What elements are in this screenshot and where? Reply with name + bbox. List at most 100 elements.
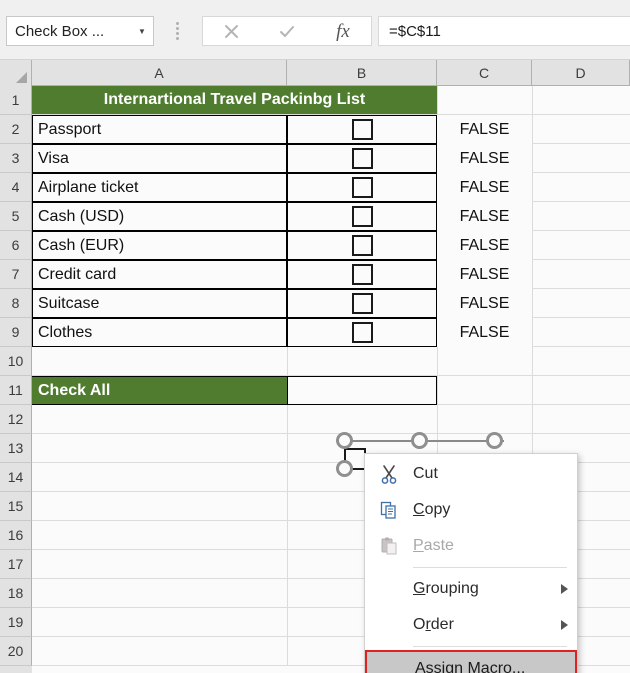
menu-separator-2 [413,646,567,647]
column-header-c[interactable]: C [437,60,532,86]
column-header-b[interactable]: B [287,60,437,86]
menu-item-copy[interactable]: Copy [365,492,577,528]
row-header-10[interactable]: 10 [0,347,32,376]
cell-c5[interactable]: FALSE [437,202,532,231]
submenu-arrow-icon [551,620,577,630]
column-header-a[interactable]: A [32,60,287,86]
confirm-formula-icon[interactable] [259,17,315,45]
column-headers: ABCD [0,60,630,86]
cell-a3[interactable]: Visa [32,144,287,173]
row-header-14[interactable]: 14 [0,463,32,492]
cell-title-a1[interactable]: Internartional Travel Packinbg List [32,86,437,114]
menu-item-label: Order [413,616,454,633]
cell-c8[interactable]: FALSE [437,289,532,318]
menu-item-grouping[interactable]: Grouping [365,571,577,607]
menu-item-label: Assign Macro... [415,660,526,673]
menu-item-order[interactable]: Order [365,607,577,643]
cell-a7[interactable]: Credit card [32,260,287,289]
cell-c9[interactable]: FALSE [437,318,532,347]
copy-icon [365,492,413,528]
cell-b4[interactable] [287,173,437,202]
row-header-5[interactable]: 5 [0,202,32,231]
column-header-d[interactable]: D [532,60,630,86]
row-header-17[interactable]: 17 [0,550,32,579]
select-all-corner[interactable] [0,60,32,86]
cancel-formula-icon[interactable] [203,17,259,45]
row-header-1[interactable]: 1 [0,86,32,115]
no-icon [367,651,415,673]
menu-item-assign-macro[interactable]: Assign Macro... [365,650,577,673]
cell-b9[interactable] [287,318,437,347]
no-icon [365,571,413,607]
formula-action-group: fx [202,16,372,46]
name-box-value: Check Box ... [15,22,105,40]
checkbox-control-cash-usd[interactable] [351,206,373,227]
spreadsheet-grid: ABCD 1 2 3 4 5 6 7 8 9 10 11 12 13 14 15 16 17 18 19 20 Int… [0,60,630,673]
menu-item-label: Paste [413,537,454,554]
row-header-8[interactable]: 8 [0,289,32,318]
menu-item-cut[interactable]: Cut [365,456,577,492]
checkbox-control-passport[interactable] [351,119,373,140]
cell-a8[interactable]: Suitcase [32,289,287,318]
name-box[interactable]: Check Box ... ▼ [6,16,154,46]
cell-a5[interactable]: Cash (USD) [32,202,287,231]
row-header-12[interactable]: 12 [0,405,32,434]
cell-a2[interactable]: Passport [32,115,287,144]
cell-b2[interactable] [287,115,437,144]
cell-a11-check-all[interactable]: Check All [32,376,287,405]
formula-bar-grip [176,22,180,40]
menu-item-label: Grouping [413,580,479,597]
cell-b7[interactable] [287,260,437,289]
formula-input[interactable]: =$C$11 [378,16,630,46]
cell-a9[interactable]: Clothes [32,318,287,347]
checkbox-control-clothes[interactable] [351,322,373,343]
resize-handle-top-right [486,432,503,449]
row-header-15[interactable]: 15 [0,492,32,521]
row-header-3[interactable]: 3 [0,144,32,173]
context-menu: Cut Copy Paste Grouping Order Assign Mac… [364,453,578,673]
cell-b8[interactable] [287,289,437,318]
cell-a6[interactable]: Cash (EUR) [32,231,287,260]
cell-b5[interactable] [287,202,437,231]
fx-icon[interactable]: fx [315,17,371,45]
checkbox-control-suitcase[interactable] [351,293,373,314]
checkbox-control-credit-card[interactable] [351,264,373,285]
row-header-19[interactable]: 19 [0,608,32,637]
row-header-18[interactable]: 18 [0,579,32,608]
cell-c7[interactable]: FALSE [437,260,532,289]
corner-triangle-icon [16,72,27,83]
resize-handle-middle-left [336,460,353,477]
row-header-2[interactable]: 2 [0,115,32,144]
no-icon [365,607,413,643]
checkbox-control-cash-eur[interactable] [351,235,373,256]
row-header-4[interactable]: 4 [0,173,32,202]
cell-c6[interactable]: FALSE [437,231,532,260]
cell-a4[interactable]: Airplane ticket [32,173,287,202]
cell-b6[interactable] [287,231,437,260]
row-header-20[interactable]: 20 [0,637,32,666]
formula-bar: Check Box ... ▼ fx =$C$11 [0,0,630,60]
cell-c4[interactable]: FALSE [437,173,532,202]
checkbox-control-airplane-ticket[interactable] [351,177,373,198]
row-header-16[interactable]: 16 [0,521,32,550]
chevron-down-icon[interactable]: ▼ [131,27,153,36]
row-header-7[interactable]: 7 [0,260,32,289]
gridline-horizontal [32,433,630,434]
menu-item-label: Copy [413,501,451,518]
submenu-arrow-icon [551,584,577,594]
row-headers: 1 2 3 4 5 6 7 8 9 10 11 12 13 14 15 16 17 18 19 20 [0,86,32,673]
menu-separator-1 [413,567,567,568]
menu-item-label: Cut [413,465,438,482]
row-header-13[interactable]: 13 [0,434,32,463]
menu-item-paste: Paste [365,528,577,564]
row-header-11[interactable]: 11 [0,376,32,405]
cell-c3[interactable]: FALSE [437,144,532,173]
row-header-6[interactable]: 6 [0,231,32,260]
row-header-9[interactable]: 9 [0,318,32,347]
cell-c2[interactable]: FALSE [437,115,532,144]
cell-b11[interactable] [287,376,437,405]
cell-b3[interactable] [287,144,437,173]
resize-handle-top-center [411,432,428,449]
checkbox-control-visa[interactable] [351,148,373,169]
scissors-icon [365,456,413,492]
